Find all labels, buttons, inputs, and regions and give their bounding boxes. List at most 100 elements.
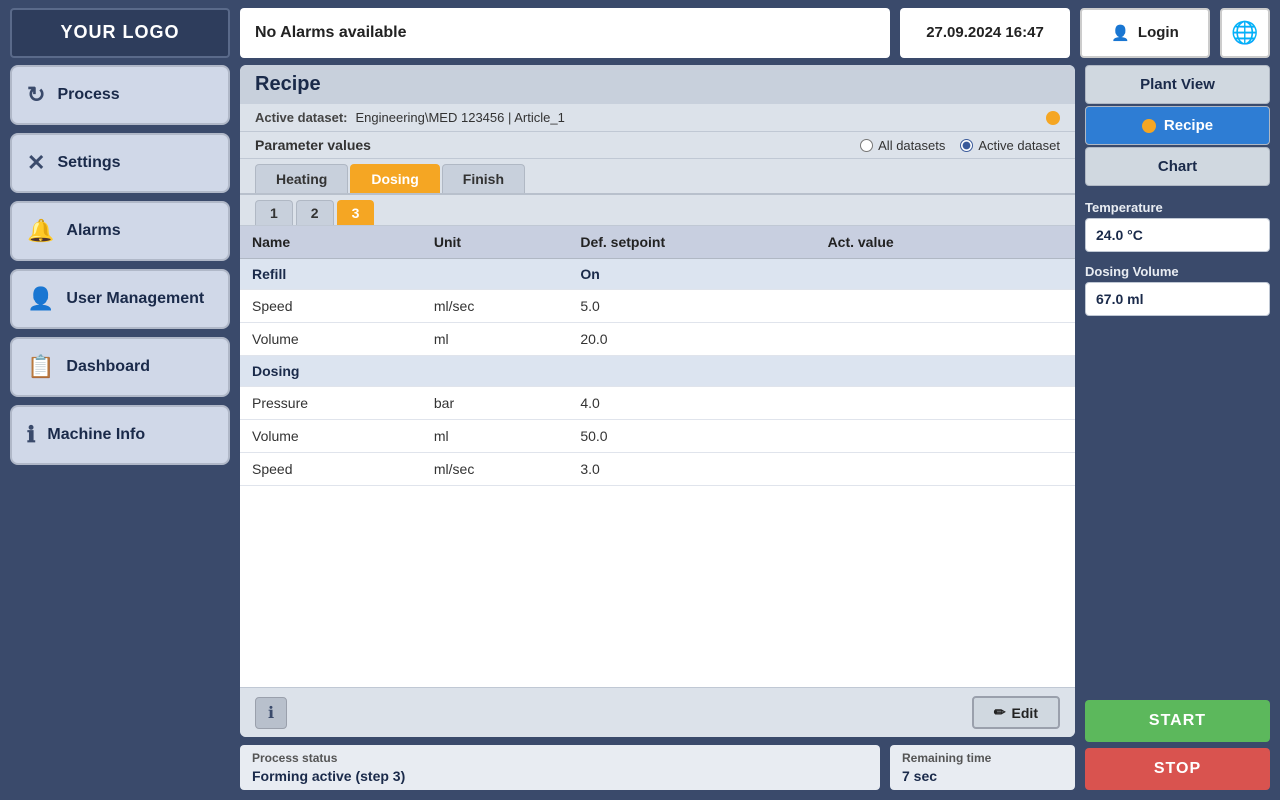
settings-icon: ✕: [27, 150, 45, 176]
row-act-value: [816, 323, 1021, 356]
temperature-label: Temperature: [1085, 200, 1270, 215]
group-empty: [1020, 356, 1075, 387]
group-name: Refill: [240, 259, 422, 290]
dosing-volume-value: 67.0 ml: [1085, 282, 1270, 316]
tab-finish[interactable]: Finish: [442, 164, 525, 193]
sidebar-item-process[interactable]: ↻ Process: [10, 65, 230, 125]
sidebar-item-user-management[interactable]: 👤 User Management: [10, 269, 230, 329]
remaining-time-value: 7 sec: [902, 768, 1063, 784]
sidebar: ↻ Process ✕ Settings 🔔 Alarms 👤 User Man…: [10, 65, 230, 790]
remaining-time-box: Remaining time 7 sec: [890, 745, 1075, 790]
col-unit: Unit: [422, 226, 568, 259]
login-button[interactable]: 👤 Login: [1080, 8, 1210, 58]
globe-icon: 🌐: [1231, 20, 1258, 46]
param-table-wrap: Name Unit Def. setpoint Act. value Refil…: [240, 226, 1075, 687]
user-management-icon: 👤: [27, 286, 54, 312]
row-act-value: [816, 453, 1021, 486]
active-dataset-radio[interactable]: [960, 139, 973, 152]
recipe-bottom-bar: ℹ ✏ Edit: [240, 687, 1075, 737]
group-unit: [422, 356, 568, 387]
all-datasets-radio-label[interactable]: All datasets: [860, 138, 945, 153]
sidebar-item-dashboard[interactable]: 📋 Dashboard: [10, 337, 230, 397]
alarms-icon: 🔔: [27, 218, 54, 244]
row-act-value: [816, 290, 1021, 323]
group-act: [816, 259, 1021, 290]
row-name: Speed: [240, 453, 422, 486]
edit-button[interactable]: ✏ Edit: [972, 696, 1060, 729]
process-status-box: Process status Forming active (step 3): [240, 745, 880, 790]
remaining-time-label: Remaining time: [902, 751, 1063, 765]
status-bar: Process status Forming active (step 3) R…: [240, 745, 1075, 790]
table-row: Speed ml/sec 3.0: [240, 453, 1075, 486]
col-def-setpoint: Def. setpoint: [568, 226, 815, 259]
right-nav: Plant View Recipe Chart: [1085, 65, 1270, 186]
tabs-row: Heating Dosing Finish: [240, 159, 1075, 195]
sidebar-item-alarms[interactable]: 🔔 Alarms: [10, 201, 230, 261]
row-name: Volume: [240, 323, 422, 356]
main-area: ↻ Process ✕ Settings 🔔 Alarms 👤 User Man…: [0, 65, 1280, 800]
group-empty: [1020, 259, 1075, 290]
language-button[interactable]: 🌐: [1220, 8, 1270, 58]
sidebar-item-settings[interactable]: ✕ Settings: [10, 133, 230, 193]
stop-button[interactable]: STOP: [1085, 748, 1270, 790]
process-status-value: Forming active (step 3): [252, 768, 868, 784]
row-extra: [1020, 453, 1075, 486]
info-button[interactable]: ℹ: [255, 697, 287, 729]
edit-icon: ✏: [994, 704, 1006, 721]
table-row: Speed ml/sec 5.0: [240, 290, 1075, 323]
active-dataset-radio-label[interactable]: Active dataset: [960, 138, 1060, 153]
tab-dosing[interactable]: Dosing: [350, 164, 439, 193]
row-def-setpoint: 20.0: [568, 323, 815, 356]
row-unit: ml: [422, 323, 568, 356]
recipe-panel: Recipe Active dataset: Engineering\MED 1…: [240, 65, 1075, 737]
active-dataset-value: Engineering\MED 123456 | Article_1: [355, 110, 564, 125]
sub-tabs-row: 1 2 3: [240, 195, 1075, 226]
alarm-bar: No Alarms available: [240, 8, 890, 58]
param-table: Name Unit Def. setpoint Act. value Refil…: [240, 226, 1075, 486]
logo: YOUR LOGO: [10, 8, 230, 58]
datetime-display: 27.09.2024 16:47: [900, 8, 1070, 58]
sub-tab-2[interactable]: 2: [296, 200, 334, 225]
row-unit: ml/sec: [422, 290, 568, 323]
table-header-row: Name Unit Def. setpoint Act. value: [240, 226, 1075, 259]
row-def-setpoint: 5.0: [568, 290, 815, 323]
top-bar: YOUR LOGO No Alarms available 27.09.2024…: [0, 0, 1280, 65]
sidebar-item-machine-info[interactable]: ℹ Machine Info: [10, 405, 230, 465]
row-name: Pressure: [240, 387, 422, 420]
row-extra: [1020, 323, 1075, 356]
row-extra: [1020, 290, 1075, 323]
recipe-title: Recipe: [240, 65, 1075, 104]
group-unit: [422, 259, 568, 290]
sub-tab-1[interactable]: 1: [255, 200, 293, 225]
machine-info-icon: ℹ: [27, 422, 35, 448]
all-datasets-radio[interactable]: [860, 139, 873, 152]
row-extra: [1020, 387, 1075, 420]
col-extra: [1020, 226, 1075, 259]
param-values-title: Parameter values: [255, 137, 371, 153]
dataset-toggle: All datasets Active dataset: [860, 138, 1060, 153]
group-act: [816, 356, 1021, 387]
active-dataset-bar: Active dataset: Engineering\MED 123456 |…: [240, 104, 1075, 132]
dosing-volume-label: Dosing Volume: [1085, 264, 1270, 279]
table-group-row: Refill On: [240, 259, 1075, 290]
right-nav-plant-view[interactable]: Plant View: [1085, 65, 1270, 104]
table-group-row: Dosing: [240, 356, 1075, 387]
right-nav-chart[interactable]: Chart: [1085, 147, 1270, 186]
recipe-active-dot: [1142, 119, 1156, 133]
row-def-setpoint: 3.0: [568, 453, 815, 486]
sub-tab-3[interactable]: 3: [337, 200, 375, 225]
dashboard-icon: 📋: [27, 354, 54, 380]
row-unit: bar: [422, 387, 568, 420]
group-extra: [568, 356, 815, 387]
active-dataset-label: Active dataset:: [255, 110, 347, 125]
right-panel: Plant View Recipe Chart Temperature 24.0…: [1085, 65, 1270, 790]
right-nav-recipe[interactable]: Recipe: [1085, 106, 1270, 145]
tab-heating[interactable]: Heating: [255, 164, 348, 193]
row-extra: [1020, 420, 1075, 453]
process-status-label: Process status: [252, 751, 868, 765]
process-icon: ↻: [27, 82, 45, 108]
info-icon: ℹ: [268, 703, 274, 723]
table-row: Volume ml 50.0: [240, 420, 1075, 453]
user-icon: 👤: [1111, 24, 1130, 42]
start-button[interactable]: START: [1085, 700, 1270, 742]
